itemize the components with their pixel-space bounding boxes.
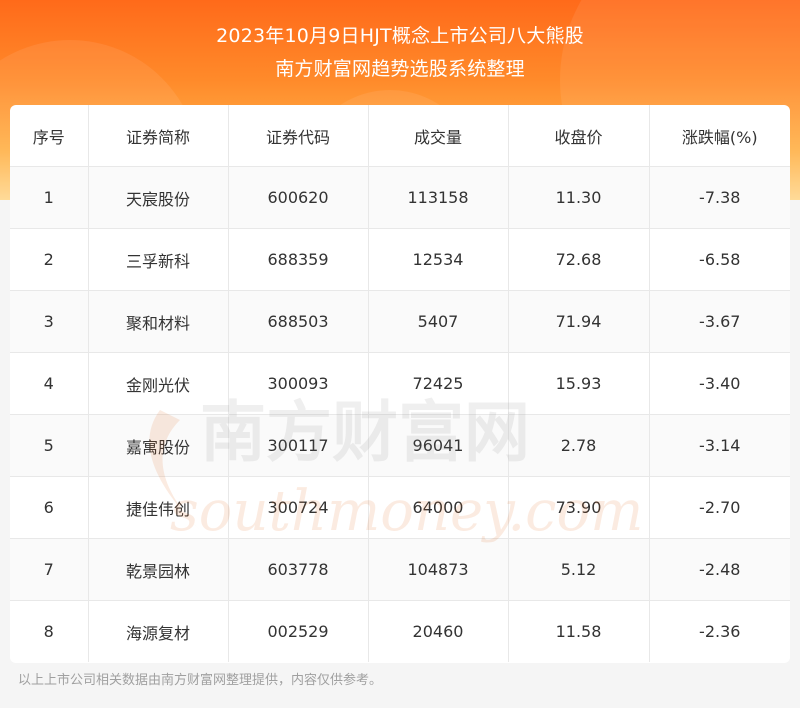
cell-close-price: 5.12 — [508, 538, 650, 601]
cell-volume: 64000 — [368, 476, 509, 539]
cell-stock-code: 688503 — [228, 290, 369, 353]
cell-change-pct: -3.14 — [649, 414, 790, 477]
cell-change-pct: -2.36 — [649, 600, 790, 662]
cell-stock-code: 300724 — [228, 476, 369, 539]
table-row: 7 乾景园林 603778 104873 5.12 -2.48 — [10, 538, 790, 601]
cell-close-price: 15.93 — [508, 352, 650, 415]
page-title: 2023年10月9日HJT概念上市公司八大熊股 — [216, 25, 584, 47]
column-header: 证券代码 — [228, 105, 369, 167]
cell-rank: 7 — [10, 538, 89, 601]
cell-close-price: 11.58 — [508, 600, 650, 662]
cell-volume: 5407 — [368, 290, 509, 353]
table-header-row: 序号 证券简称 证券代码 成交量 收盘价 涨跌幅(%) — [10, 105, 790, 167]
table-row: 1 天宸股份 600620 113158 11.30 -7.38 — [10, 166, 790, 229]
cell-stock-name: 金刚光伏 — [88, 352, 229, 415]
cell-volume: 113158 — [368, 166, 509, 229]
cell-close-price: 73.90 — [508, 476, 650, 539]
cell-rank: 6 — [10, 476, 89, 539]
column-header: 收盘价 — [508, 105, 650, 167]
cell-stock-code: 600620 — [228, 166, 369, 229]
column-header: 成交量 — [368, 105, 509, 167]
cell-change-pct: -3.67 — [649, 290, 790, 353]
cell-change-pct: -7.38 — [649, 166, 790, 229]
stock-table-card: 序号 证券简称 证券代码 成交量 收盘价 涨跌幅(%) 1 天宸股份 60062… — [10, 105, 790, 663]
cell-stock-name: 海源复材 — [88, 600, 229, 662]
table-row: 2 三孚新科 688359 12534 72.68 -6.58 — [10, 228, 790, 291]
cell-stock-code: 300117 — [228, 414, 369, 477]
cell-stock-name: 捷佳伟创 — [88, 476, 229, 539]
cell-volume: 20460 — [368, 600, 509, 662]
cell-close-price: 72.68 — [508, 228, 650, 291]
column-header: 涨跌幅(%) — [649, 105, 790, 167]
cell-change-pct: -6.58 — [649, 228, 790, 291]
cell-stock-name: 三孚新科 — [88, 228, 229, 291]
cell-rank: 8 — [10, 600, 89, 662]
cell-stock-name: 嘉寓股份 — [88, 414, 229, 477]
cell-close-price: 71.94 — [508, 290, 650, 353]
cell-rank: 3 — [10, 290, 89, 353]
cell-volume: 12534 — [368, 228, 509, 291]
table-row: 4 金刚光伏 300093 72425 15.93 -3.40 — [10, 352, 790, 415]
table-row: 3 聚和材料 688503 5407 71.94 -3.67 — [10, 290, 790, 353]
stock-table: 序号 证券简称 证券代码 成交量 收盘价 涨跌幅(%) 1 天宸股份 60062… — [10, 105, 790, 662]
cell-volume: 96041 — [368, 414, 509, 477]
cell-rank: 1 — [10, 166, 89, 229]
cell-rank: 2 — [10, 228, 89, 291]
cell-stock-code: 688359 — [228, 228, 369, 291]
cell-stock-name: 天宸股份 — [88, 166, 229, 229]
cell-volume: 104873 — [368, 538, 509, 601]
page-subtitle: 南方财富网趋势选股系统整理 — [275, 58, 525, 80]
cell-stock-code: 300093 — [228, 352, 369, 415]
column-header: 证券简称 — [88, 105, 229, 167]
cell-stock-name: 乾景园林 — [88, 538, 229, 601]
cell-rank: 4 — [10, 352, 89, 415]
table-row: 8 海源复材 002529 20460 11.58 -2.36 — [10, 600, 790, 662]
cell-change-pct: -2.70 — [649, 476, 790, 539]
table-row: 5 嘉寓股份 300117 96041 2.78 -3.14 — [10, 414, 790, 477]
cell-stock-code: 002529 — [228, 600, 369, 662]
cell-stock-code: 603778 — [228, 538, 369, 601]
cell-change-pct: -3.40 — [649, 352, 790, 415]
footer-note: 以上上市公司相关数据由南方财富网整理提供，内容仅供参考。 — [18, 673, 383, 688]
cell-change-pct: -2.48 — [649, 538, 790, 601]
column-header: 序号 — [10, 105, 89, 167]
cell-stock-name: 聚和材料 — [88, 290, 229, 353]
cell-rank: 5 — [10, 414, 89, 477]
cell-close-price: 11.30 — [508, 166, 650, 229]
cell-close-price: 2.78 — [508, 414, 650, 477]
cell-volume: 72425 — [368, 352, 509, 415]
table-row: 6 捷佳伟创 300724 64000 73.90 -2.70 — [10, 476, 790, 539]
